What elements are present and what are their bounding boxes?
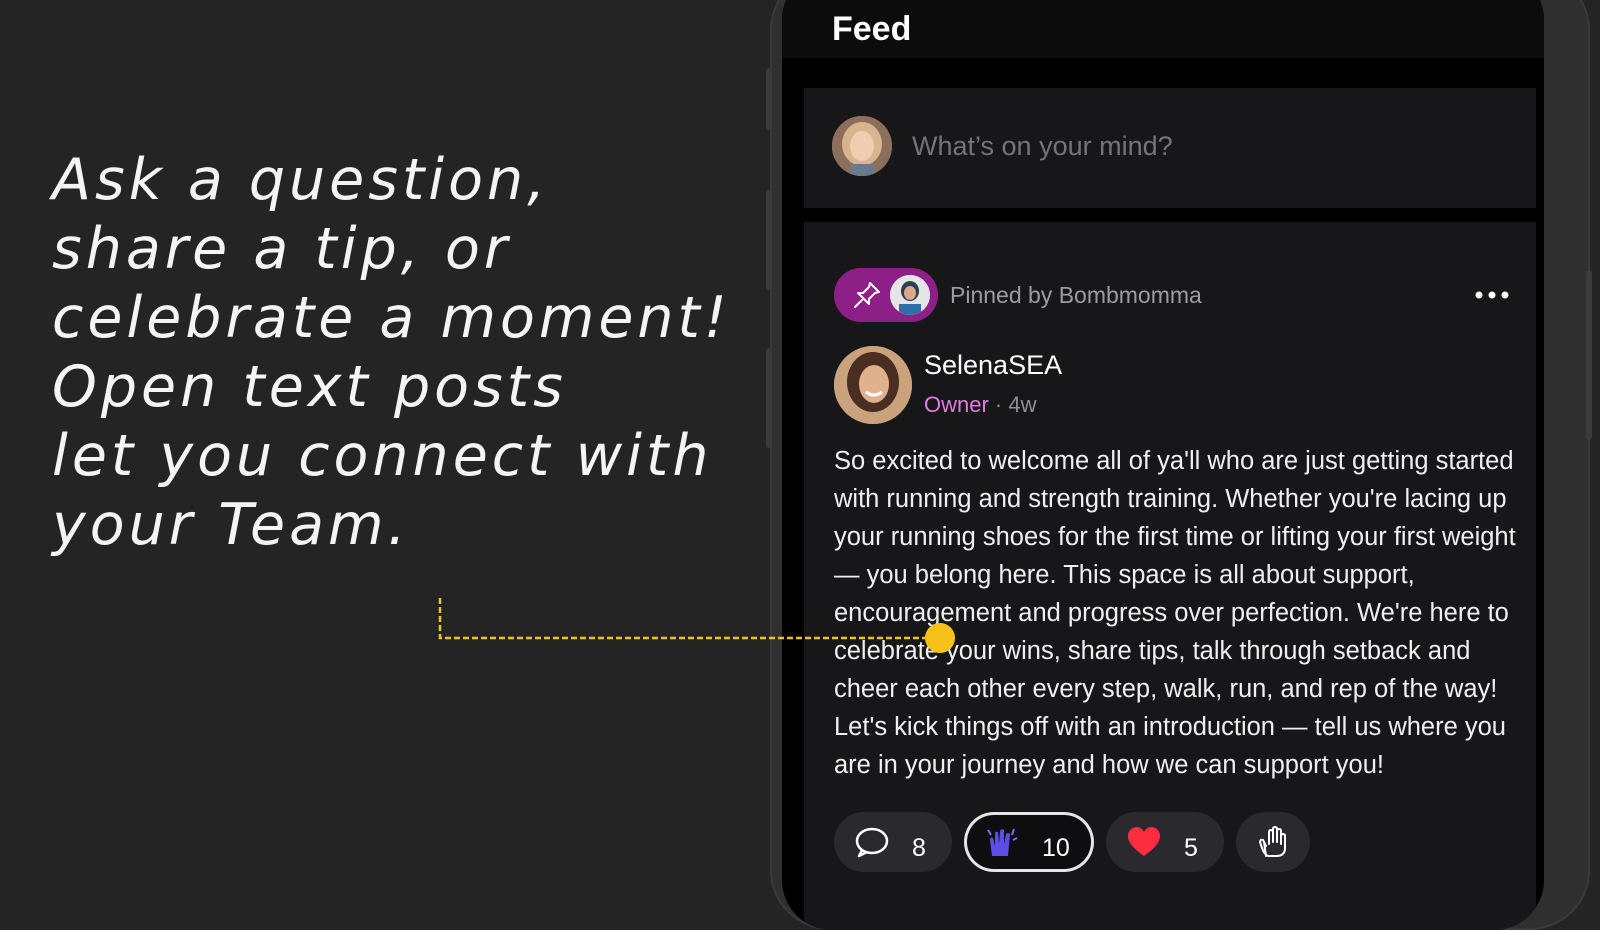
feed-header: Feed <box>782 0 1544 58</box>
pin-icon <box>854 282 880 308</box>
avatar <box>890 275 930 315</box>
celebrate-count: 10 <box>1042 834 1070 862</box>
promo-line: your Team. <box>52 492 410 558</box>
phone-side-button <box>766 68 772 130</box>
add-reaction-button[interactable] <box>1236 812 1310 872</box>
author-meta: Owner · 4w <box>924 392 1036 418</box>
phone-side-button <box>1586 270 1592 440</box>
composer-input[interactable] <box>910 130 1474 163</box>
phone-side-button <box>766 348 772 448</box>
comment-icon <box>855 827 889 858</box>
post-composer[interactable] <box>804 88 1536 208</box>
phone-side-button <box>766 190 772 290</box>
more-options-icon[interactable] <box>1474 290 1510 300</box>
heart-count: 5 <box>1184 834 1198 862</box>
raised-hand-icon <box>1259 826 1286 857</box>
promo-line: celebrate a moment! <box>52 285 731 351</box>
pinned-badge[interactable] <box>834 268 938 322</box>
pinned-post-card: Pinned by Bombmomma SelenaSEA Owner · 4w… <box>804 222 1536 930</box>
pinned-by-label: Pinned by Bombmomma <box>950 282 1202 308</box>
promo-line: share a tip, or <box>52 216 512 282</box>
page-title: Feed <box>832 10 912 48</box>
comment-count: 8 <box>912 834 926 862</box>
post-body: So excited to welcome all of ya'll who a… <box>834 447 1516 779</box>
hands-celebrate-icon <box>987 828 1018 856</box>
promo-line: Open text posts <box>52 354 567 420</box>
author-name[interactable]: SelenaSEA <box>924 350 1062 381</box>
meta-separator: · <box>988 392 1009 417</box>
phone-frame: Feed What’s on your mind? Pinned by Bomb… <box>766 0 1592 930</box>
avatar <box>832 116 892 176</box>
promo-line: Ask a question, <box>52 147 550 213</box>
comment-button[interactable]: 8 <box>834 812 952 872</box>
heart-icon <box>1128 827 1160 856</box>
author-role: Owner <box>924 392 989 417</box>
celebrate-reaction-button[interactable]: 10 <box>964 812 1094 872</box>
post-timestamp: 4w <box>1008 392 1037 417</box>
promo-line: let you connect with <box>52 423 713 489</box>
phone-screen: Feed What’s on your mind? Pinned by Bomb… <box>782 0 1544 930</box>
promo-text: Ask a question, share a tip, or celebrat… <box>52 146 772 560</box>
avatar[interactable] <box>834 346 912 424</box>
heart-reaction-button[interactable]: 5 <box>1106 812 1224 872</box>
